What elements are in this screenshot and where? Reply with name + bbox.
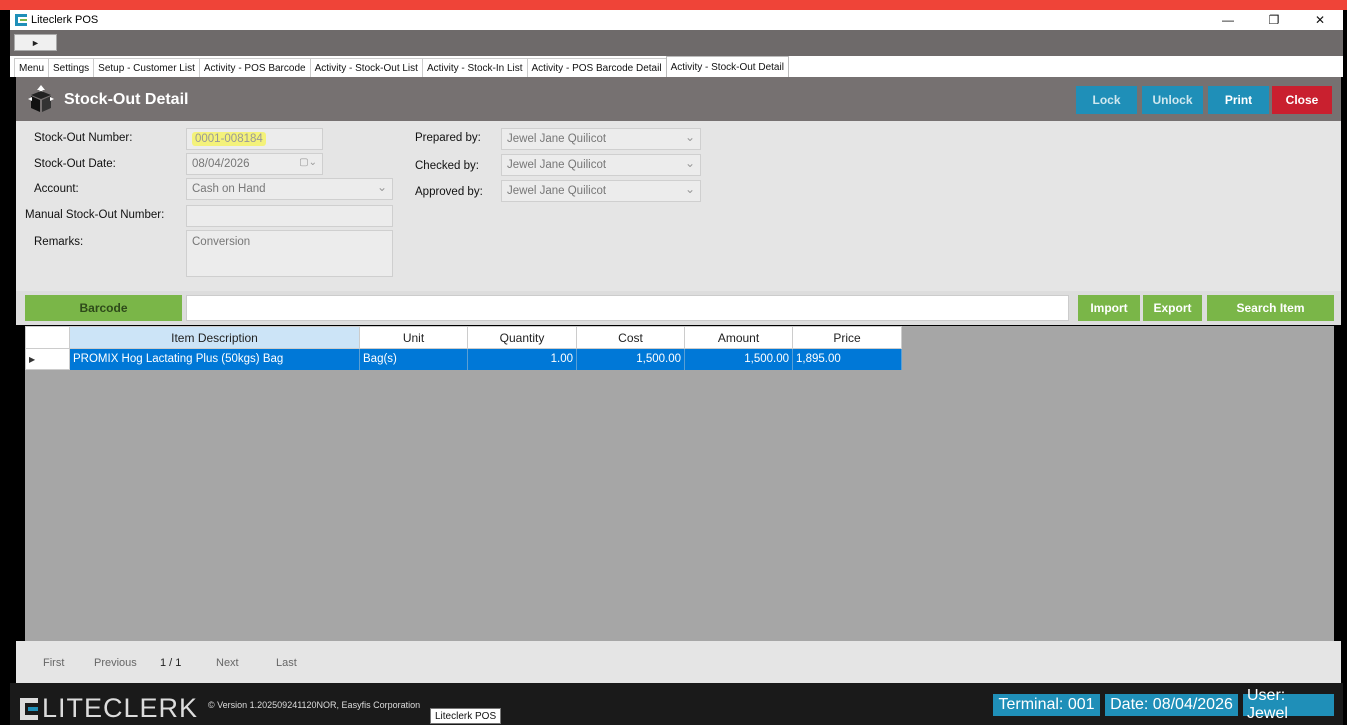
version-text: © Version 1.202509241120NOR, Easyfis Cor…: [208, 700, 421, 710]
tab-setup-customer-list[interactable]: Setup - Customer List: [93, 58, 200, 77]
tab-activity-stock-out-detail[interactable]: Activity - Stock-Out Detail: [665, 56, 789, 77]
checked-by-label: Checked by:: [415, 160, 479, 172]
cell-price[interactable]: 1,895.00: [792, 348, 902, 370]
user-badge: User: Jewel: [1243, 687, 1334, 722]
barcode-input[interactable]: [186, 295, 1069, 321]
prepared-by-dropdown[interactable]: Jewel Jane Quilicot: [501, 128, 701, 150]
window-titlebar: Liteclerk POS — ❐ ✕: [10, 10, 1343, 30]
page-header: Stock-Out Detail Lock Unlock Print Close: [16, 77, 1341, 121]
items-table: Item Description Unit Quantity Cost Amou…: [25, 326, 902, 370]
restore-icon[interactable]: ❐: [1251, 10, 1297, 30]
barcode-row: Barcode Import Export Search Item: [16, 291, 1341, 325]
cell-unit[interactable]: Bag(s): [359, 348, 468, 370]
cell-quantity[interactable]: 1.00: [467, 348, 577, 370]
pager-page-indicator: 1 / 1: [160, 657, 182, 669]
taskbar-tooltip: Liteclerk POS: [430, 708, 502, 724]
column-header-amount[interactable]: Amount: [684, 326, 793, 349]
stock-out-date-label: Stock-Out Date:: [34, 158, 116, 170]
column-header-item-description[interactable]: Item Description: [69, 326, 360, 349]
stock-out-number-value: 0001-008184: [192, 132, 266, 146]
account-value: Cash on Hand: [192, 183, 266, 195]
remarks-label: Remarks:: [34, 236, 84, 248]
row-selector-icon[interactable]: ▶: [25, 348, 70, 370]
liteclerk-app-icon: [15, 14, 27, 26]
close-button[interactable]: Close: [1272, 86, 1332, 114]
manual-stock-out-number-label: Manual Stock-Out Number:: [25, 209, 165, 221]
pager: First Previous 1 / 1 Next Last: [16, 641, 1341, 683]
calendar-icon[interactable]: ▢⌄: [299, 157, 317, 168]
prepared-by-value: Jewel Jane Quilicot: [507, 133, 607, 145]
checked-by-value: Jewel Jane Quilicot: [507, 159, 607, 171]
manual-stock-out-number-input[interactable]: [186, 205, 393, 227]
tab-activity-pos-barcode[interactable]: Activity - POS Barcode: [198, 58, 311, 77]
top-accent-strip: [0, 0, 1347, 10]
unlock-button[interactable]: Unlock: [1142, 86, 1203, 114]
tab-menu[interactable]: Menu: [14, 58, 50, 77]
page-title: Stock-Out Detail: [64, 91, 189, 108]
terminal-badge: Terminal: 001: [993, 694, 1100, 716]
lock-button[interactable]: Lock: [1076, 86, 1137, 114]
pager-last-button[interactable]: Last: [276, 657, 297, 669]
close-window-icon[interactable]: ✕: [1297, 10, 1343, 30]
column-header-quantity[interactable]: Quantity: [467, 326, 577, 349]
pager-first-button[interactable]: First: [43, 657, 64, 669]
pager-previous-button[interactable]: Previous: [94, 657, 137, 669]
remarks-textarea[interactable]: Conversion: [186, 230, 393, 277]
window-title: Liteclerk POS: [31, 14, 99, 26]
stock-out-date-field[interactable]: 08/04/2026 ▢⌄: [186, 153, 323, 175]
approved-by-value: Jewel Jane Quilicot: [507, 185, 607, 197]
liteclerk-logo-mark-icon: [20, 697, 40, 720]
stock-out-date-value: 08/04/2026: [192, 158, 250, 170]
cell-cost[interactable]: 1,500.00: [576, 348, 685, 370]
cell-item-description[interactable]: PROMIX Hog Lactating Plus (50kgs) Bag: [69, 348, 360, 370]
column-header-cost[interactable]: Cost: [576, 326, 685, 349]
date-badge: Date: 08/04/2026: [1105, 694, 1238, 716]
remarks-value: Conversion: [192, 236, 251, 248]
export-button[interactable]: Export: [1143, 295, 1202, 321]
items-grid[interactable]: Item Description Unit Quantity Cost Amou…: [25, 326, 1334, 641]
table-header-row: Item Description Unit Quantity Cost Amou…: [25, 326, 902, 349]
stock-out-number-field[interactable]: 0001-008184: [186, 128, 323, 150]
tab-settings[interactable]: Settings: [48, 58, 95, 77]
play-button[interactable]: ►: [14, 34, 57, 51]
tab-strip: Menu Settings Setup - Customer List Acti…: [10, 56, 1343, 77]
liteclerk-logo: LITECLERK: [20, 693, 198, 724]
prepared-by-label: Prepared by:: [415, 132, 481, 144]
stock-out-form: Stock-Out Number: 0001-008184 Stock-Out …: [16, 121, 1341, 291]
tab-activity-pos-barcode-detail[interactable]: Activity - POS Barcode Detail: [526, 58, 667, 77]
barcode-button[interactable]: Barcode: [25, 295, 182, 321]
cell-amount[interactable]: 1,500.00: [684, 348, 793, 370]
toolbar: ►: [10, 30, 1343, 56]
table-row[interactable]: ▶ PROMIX Hog Lactating Plus (50kgs) Bag …: [25, 348, 902, 370]
logo-text: LITECLERK: [42, 693, 199, 723]
checked-by-dropdown[interactable]: Jewel Jane Quilicot: [501, 154, 701, 176]
box-with-arrows-icon: [28, 85, 54, 112]
approved-by-label: Approved by:: [415, 186, 483, 198]
account-label: Account:: [34, 183, 79, 195]
tab-activity-stock-in-list[interactable]: Activity - Stock-In List: [421, 58, 528, 77]
print-button[interactable]: Print: [1208, 86, 1269, 114]
account-dropdown[interactable]: Cash on Hand: [186, 178, 393, 200]
approved-by-dropdown[interactable]: Jewel Jane Quilicot: [501, 180, 701, 202]
import-button[interactable]: Import: [1078, 295, 1140, 321]
search-item-button[interactable]: Search Item: [1207, 295, 1334, 321]
window-controls: — ❐ ✕: [1205, 10, 1343, 30]
column-header-unit[interactable]: Unit: [359, 326, 468, 349]
minimize-icon[interactable]: —: [1205, 10, 1251, 30]
row-header-corner: [25, 326, 70, 349]
column-header-price[interactable]: Price: [792, 326, 902, 349]
stock-out-number-label: Stock-Out Number:: [34, 132, 133, 144]
status-bar: LITECLERK © Version 1.202509241120NOR, E…: [10, 683, 1343, 725]
pager-next-button[interactable]: Next: [216, 657, 239, 669]
tab-activity-stock-out-list[interactable]: Activity - Stock-Out List: [309, 58, 423, 77]
